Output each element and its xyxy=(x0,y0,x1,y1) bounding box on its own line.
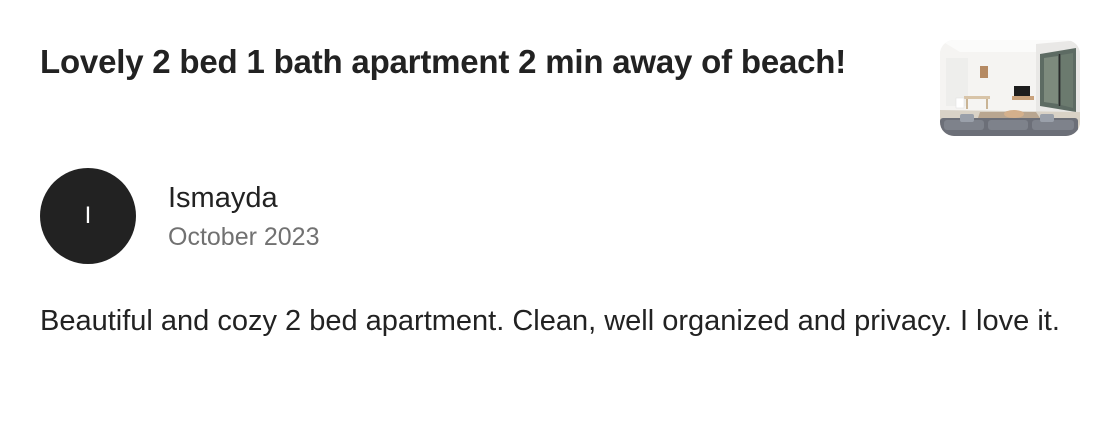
reviewer-avatar[interactable]: I xyxy=(40,168,136,264)
review-date: October 2023 xyxy=(168,223,320,251)
listing-title: Lovely 2 bed 1 bath apartment 2 min away… xyxy=(40,43,847,80)
listing-thumbnail[interactable] xyxy=(940,40,1080,136)
review-text: Beautiful and cozy 2 bed apartment. Clea… xyxy=(40,305,1060,337)
avatar-initial: I xyxy=(84,202,92,229)
reviewer-name: Ismayda xyxy=(168,182,278,214)
listing-photo-image xyxy=(940,40,1080,136)
